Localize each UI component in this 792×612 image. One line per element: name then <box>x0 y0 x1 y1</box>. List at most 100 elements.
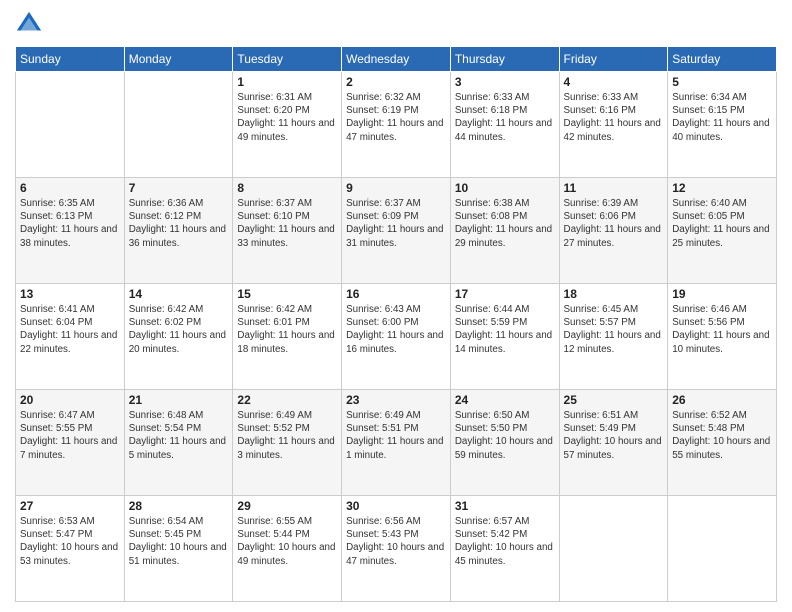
day-number: 8 <box>237 181 337 195</box>
calendar-week-5: 27Sunrise: 6:53 AM Sunset: 5:47 PM Dayli… <box>16 496 777 602</box>
day-info: Sunrise: 6:45 AM Sunset: 5:57 PM Dayligh… <box>564 303 664 356</box>
calendar-cell: 1Sunrise: 6:31 AM Sunset: 6:20 PM Daylig… <box>233 72 342 178</box>
day-number: 16 <box>346 287 446 301</box>
calendar-cell: 27Sunrise: 6:53 AM Sunset: 5:47 PM Dayli… <box>16 496 125 602</box>
day-number: 24 <box>455 393 555 407</box>
col-thursday: Thursday <box>450 47 559 72</box>
calendar-cell: 7 Sunrise: 6:36 AM Sunset: 6:12 PM Daylig… <box>124 178 233 284</box>
col-saturday: Saturday <box>668 47 777 72</box>
day-info: Sunrise: 6:38 AM Sunset: 6:08 PM Dayligh… <box>455 197 555 250</box>
day-number: 13 <box>20 287 120 301</box>
calendar-cell: 23 Sunrise: 6:49 AM Sunset: 5:51 PM Dayli… <box>342 390 451 496</box>
day-info: Sunrise: 6:56 AM Sunset: 5:43 PM Dayligh… <box>346 515 446 568</box>
col-tuesday: Tuesday <box>233 47 342 72</box>
day-number: 20 <box>20 393 120 407</box>
calendar-cell: 6 Sunrise: 6:35 AM Sunset: 6:13 PM Daylig… <box>16 178 125 284</box>
day-number: 14 <box>129 287 229 301</box>
calendar-cell: 8 Sunrise: 6:37 AM Sunset: 6:10 PM Daylig… <box>233 178 342 284</box>
calendar-cell: 25 Sunrise: 6:51 AM Sunset: 5:49 PM Dayli… <box>559 390 668 496</box>
day-number: 23 <box>346 393 446 407</box>
day-number: 3 <box>455 75 555 89</box>
day-number: 2 <box>346 75 446 89</box>
calendar-cell: 31Sunrise: 6:57 AM Sunset: 5:42 PM Dayli… <box>450 496 559 602</box>
calendar-week-2: 6 Sunrise: 6:35 AM Sunset: 6:13 PM Daylig… <box>16 178 777 284</box>
calendar-cell <box>16 72 125 178</box>
calendar-cell: 2Sunrise: 6:32 AM Sunset: 6:19 PM Daylig… <box>342 72 451 178</box>
calendar-cell: 28 Sunrise: 6:54 AM Sunset: 5:45 PM Dayli… <box>124 496 233 602</box>
day-info: Sunrise: 6:42 AM Sunset: 6:02 PM Dayligh… <box>129 303 229 356</box>
day-number: 30 <box>346 499 446 513</box>
day-info: Sunrise: 6:49 AM Sunset: 5:52 PM Dayligh… <box>237 409 337 462</box>
calendar-cell: 12 Sunrise: 6:40 AM Sunset: 6:05 PM Dayli… <box>668 178 777 284</box>
calendar-cell: 5Sunrise: 6:34 AM Sunset: 6:15 PM Daylig… <box>668 72 777 178</box>
day-info: Sunrise: 6:40 AM Sunset: 6:05 PM Dayligh… <box>672 197 772 250</box>
logo <box>15 10 47 38</box>
day-info: Sunrise: 6:49 AM Sunset: 5:51 PM Dayligh… <box>346 409 446 462</box>
calendar-cell: 17 Sunrise: 6:44 AM Sunset: 5:59 PM Dayli… <box>450 284 559 390</box>
calendar-cell: 13 Sunrise: 6:41 AM Sunset: 6:04 PM Dayli… <box>16 284 125 390</box>
day-info: Sunrise: 6:55 AM Sunset: 5:44 PM Dayligh… <box>237 515 337 568</box>
day-info: Sunrise: 6:54 AM Sunset: 5:45 PM Dayligh… <box>129 515 229 568</box>
calendar-cell: 29 Sunrise: 6:55 AM Sunset: 5:44 PM Dayli… <box>233 496 342 602</box>
day-info: Sunrise: 6:41 AM Sunset: 6:04 PM Dayligh… <box>20 303 120 356</box>
calendar-cell: 10 Sunrise: 6:38 AM Sunset: 6:08 PM Dayli… <box>450 178 559 284</box>
col-friday: Friday <box>559 47 668 72</box>
day-number: 28 <box>129 499 229 513</box>
calendar-week-3: 13 Sunrise: 6:41 AM Sunset: 6:04 PM Dayli… <box>16 284 777 390</box>
calendar-cell <box>668 496 777 602</box>
calendar-cell: 30 Sunrise: 6:56 AM Sunset: 5:43 PM Dayli… <box>342 496 451 602</box>
calendar-week-4: 20 Sunrise: 6:47 AM Sunset: 5:55 PM Dayli… <box>16 390 777 496</box>
calendar-cell: 20 Sunrise: 6:47 AM Sunset: 5:55 PM Dayli… <box>16 390 125 496</box>
day-number: 15 <box>237 287 337 301</box>
day-info: Sunrise: 6:52 AM Sunset: 5:48 PM Dayligh… <box>672 409 772 462</box>
calendar-cell: 3 Sunrise: 6:33 AM Sunset: 6:18 PM Daylig… <box>450 72 559 178</box>
day-number: 18 <box>564 287 664 301</box>
day-number: 7 <box>129 181 229 195</box>
day-number: 6 <box>20 181 120 195</box>
day-info: Sunrise: 6:42 AM Sunset: 6:01 PM Dayligh… <box>237 303 337 356</box>
day-info: Sunrise: 6:36 AM Sunset: 6:12 PM Dayligh… <box>129 197 229 250</box>
calendar-week-1: 1Sunrise: 6:31 AM Sunset: 6:20 PM Daylig… <box>16 72 777 178</box>
day-number: 4 <box>564 75 664 89</box>
day-number: 1 <box>237 75 337 89</box>
day-number: 9 <box>346 181 446 195</box>
day-info: Sunrise: 6:48 AM Sunset: 5:54 PM Dayligh… <box>129 409 229 462</box>
calendar-cell: 9Sunrise: 6:37 AM Sunset: 6:09 PM Daylig… <box>342 178 451 284</box>
day-info: Sunrise: 6:37 AM Sunset: 6:10 PM Dayligh… <box>237 197 337 250</box>
day-info: Sunrise: 6:39 AM Sunset: 6:06 PM Dayligh… <box>564 197 664 250</box>
day-number: 10 <box>455 181 555 195</box>
day-number: 12 <box>672 181 772 195</box>
calendar-cell: 18 Sunrise: 6:45 AM Sunset: 5:57 PM Dayli… <box>559 284 668 390</box>
day-number: 29 <box>237 499 337 513</box>
day-info: Sunrise: 6:51 AM Sunset: 5:49 PM Dayligh… <box>564 409 664 462</box>
calendar-header-row: Sunday Monday Tuesday Wednesday Thursday… <box>16 47 777 72</box>
day-number: 5 <box>672 75 772 89</box>
calendar-cell: 14 Sunrise: 6:42 AM Sunset: 6:02 PM Dayli… <box>124 284 233 390</box>
day-info: Sunrise: 6:44 AM Sunset: 5:59 PM Dayligh… <box>455 303 555 356</box>
day-info: Sunrise: 6:33 AM Sunset: 6:16 PM Dayligh… <box>564 91 664 144</box>
calendar-cell: 22Sunrise: 6:49 AM Sunset: 5:52 PM Dayli… <box>233 390 342 496</box>
calendar-cell: 26 Sunrise: 6:52 AM Sunset: 5:48 PM Dayli… <box>668 390 777 496</box>
day-info: Sunrise: 6:57 AM Sunset: 5:42 PM Dayligh… <box>455 515 555 568</box>
day-info: Sunrise: 6:43 AM Sunset: 6:00 PM Dayligh… <box>346 303 446 356</box>
calendar-cell: 19 Sunrise: 6:46 AM Sunset: 5:56 PM Dayli… <box>668 284 777 390</box>
col-monday: Monday <box>124 47 233 72</box>
calendar-table: Sunday Monday Tuesday Wednesday Thursday… <box>15 46 777 602</box>
day-info: Sunrise: 6:35 AM Sunset: 6:13 PM Dayligh… <box>20 197 120 250</box>
day-info: Sunrise: 6:46 AM Sunset: 5:56 PM Dayligh… <box>672 303 772 356</box>
col-wednesday: Wednesday <box>342 47 451 72</box>
calendar-cell: 11 Sunrise: 6:39 AM Sunset: 6:06 PM Dayli… <box>559 178 668 284</box>
day-number: 19 <box>672 287 772 301</box>
day-number: 17 <box>455 287 555 301</box>
day-number: 26 <box>672 393 772 407</box>
calendar-cell: 4 Sunrise: 6:33 AM Sunset: 6:16 PM Daylig… <box>559 72 668 178</box>
day-number: 25 <box>564 393 664 407</box>
day-info: Sunrise: 6:53 AM Sunset: 5:47 PM Dayligh… <box>20 515 120 568</box>
day-number: 11 <box>564 181 664 195</box>
header <box>15 10 777 38</box>
day-info: Sunrise: 6:50 AM Sunset: 5:50 PM Dayligh… <box>455 409 555 462</box>
calendar-cell: 21Sunrise: 6:48 AM Sunset: 5:54 PM Dayli… <box>124 390 233 496</box>
day-info: Sunrise: 6:33 AM Sunset: 6:18 PM Dayligh… <box>455 91 555 144</box>
logo-icon <box>15 10 43 38</box>
day-info: Sunrise: 6:47 AM Sunset: 5:55 PM Dayligh… <box>20 409 120 462</box>
